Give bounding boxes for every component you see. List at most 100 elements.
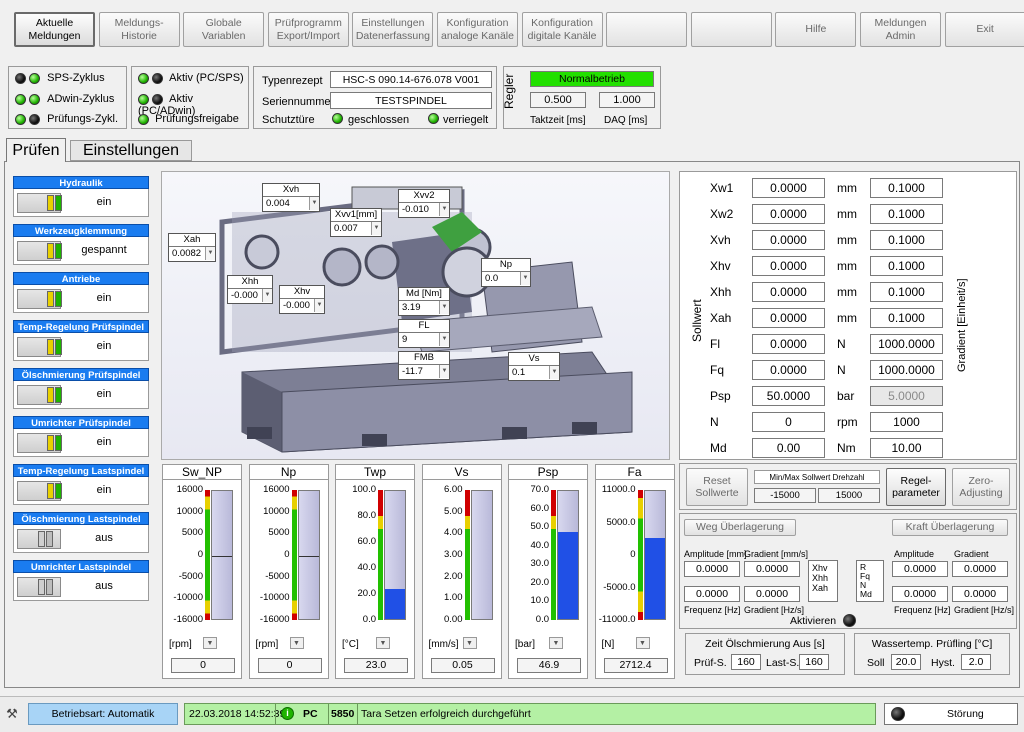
tab-einstellungen[interactable]: Einstellungen: [70, 140, 192, 161]
dropdown-arrow-icon[interactable]: ▼: [371, 222, 381, 235]
kraft-frequenz-field[interactable]: 0.0000: [892, 586, 948, 602]
stoerung-indicator[interactable]: Störung: [884, 703, 1018, 725]
weg-axis-list[interactable]: Xhv Xhh Xah: [808, 560, 838, 602]
dropdown-arrow-icon[interactable]: ▼: [520, 272, 530, 285]
max-drehzahl-field[interactable]: 15000: [818, 488, 880, 503]
dropdown-arrow-icon[interactable]: ▼: [439, 203, 449, 216]
axis-item[interactable]: Xhh: [812, 573, 834, 583]
weg-freq-gradient-field[interactable]: 0.0000: [744, 586, 800, 602]
pruefprogramm-export-button[interactable]: Prüfprogramm Export/Import: [267, 12, 349, 47]
dropdown-arrow-icon[interactable]: ▼: [549, 366, 559, 379]
last-s-field[interactable]: 160: [799, 654, 829, 670]
toggle-switch[interactable]: [17, 337, 62, 357]
message-bar[interactable]: 22.03.2018 14:52:39 i PC 5850 Tara Setze…: [184, 703, 876, 725]
soll-field[interactable]: 20.0: [891, 654, 921, 670]
unit-dropdown-icon[interactable]: ▼: [462, 637, 477, 649]
meldungen-admin-button[interactable]: Meldungen Admin: [860, 12, 941, 47]
dropdown-arrow-icon[interactable]: ▼: [314, 299, 324, 312]
sollwert-input-fq[interactable]: 0.0000: [752, 360, 825, 380]
kraft-amplitude-field[interactable]: 0.0000: [892, 561, 948, 577]
seriennummer-field[interactable]: TESTSPINDEL: [330, 92, 492, 109]
sollwert-input-md[interactable]: 0.00: [752, 438, 825, 458]
gradient-input-xhh[interactable]: 0.1000: [870, 282, 943, 302]
toggle-switch[interactable]: [17, 529, 61, 549]
callout-value[interactable]: -11.7 ▼: [399, 365, 449, 379]
toggle-switch[interactable]: [17, 481, 62, 501]
weg-ueberlagerung-button[interactable]: Weg Überlagerung: [684, 519, 796, 536]
typenrezept-field[interactable]: HSC-S 090.14-676.078 V001: [330, 71, 492, 88]
dropdown-arrow-icon[interactable]: ▼: [439, 333, 449, 346]
sollwert-input-fl[interactable]: 0.0000: [752, 334, 825, 354]
zero-adjusting-button[interactable]: Zero- Adjusting: [952, 468, 1010, 506]
meldungs-historie-button[interactable]: Meldungs- Historie: [98, 12, 180, 47]
weg-amplitude-field[interactable]: 0.0000: [684, 561, 740, 577]
gradient-input-xw2[interactable]: 0.1000: [870, 204, 943, 224]
aktivieren-button[interactable]: [843, 614, 856, 627]
callout-value[interactable]: 9 ▼: [399, 333, 449, 347]
toggle-switch[interactable]: [17, 289, 62, 309]
daq-field[interactable]: 1.000: [599, 92, 655, 108]
empty-nav-button-1[interactable]: [606, 12, 688, 47]
callout-value[interactable]: 0.1 ▼: [509, 366, 559, 380]
sollwert-input-xvh[interactable]: 0.0000: [752, 230, 825, 250]
gradient-input-xvh[interactable]: 0.1000: [870, 230, 943, 250]
toggle-switch[interactable]: [17, 577, 61, 597]
konfiguration-digitale-button[interactable]: Konfiguration digitale Kanäle: [521, 12, 603, 47]
sollwert-input-xw2[interactable]: 0.0000: [752, 204, 825, 224]
toggle-switch[interactable]: [17, 433, 62, 453]
sollwert-input-n[interactable]: 0: [752, 412, 825, 432]
sollwert-input-xhh[interactable]: 0.0000: [752, 282, 825, 302]
weg-gradient-field[interactable]: 0.0000: [744, 561, 800, 577]
toggle-switch[interactable]: [17, 385, 62, 405]
callout-value[interactable]: 0.007 ▼: [331, 222, 381, 236]
gradient-input-md[interactable]: 10.00: [870, 438, 943, 458]
unit-dropdown-icon[interactable]: ▼: [549, 637, 563, 649]
kraft-ueberlagerung-button[interactable]: Kraft Überlagerung: [892, 519, 1008, 536]
pruef-s-field[interactable]: 160: [731, 654, 761, 670]
toggle-switch[interactable]: [17, 241, 62, 261]
hilfe-button[interactable]: Hilfe: [775, 12, 857, 47]
callout-value[interactable]: 0.004 ▼: [263, 197, 319, 211]
sollwert-input-xhv[interactable]: 0.0000: [752, 256, 825, 276]
callout-value[interactable]: 3.19 ▼: [399, 301, 449, 315]
reset-sollwerte-button[interactable]: Reset Sollwerte: [686, 468, 748, 506]
axis-item[interactable]: Md: [860, 590, 880, 599]
axis-item[interactable]: Xhv: [812, 563, 834, 573]
sollwert-input-xw1[interactable]: 0.0000: [752, 178, 825, 198]
gradient-input-fq[interactable]: 1000.0000: [870, 360, 943, 380]
callout-value[interactable]: 0.0082 ▼: [169, 247, 215, 261]
exit-button[interactable]: Exit: [944, 12, 1024, 47]
gradient-input-fl[interactable]: 1000.0000: [870, 334, 943, 354]
unit-dropdown-icon[interactable]: ▼: [635, 637, 650, 649]
toggle-switch[interactable]: [17, 193, 62, 213]
callout-value[interactable]: -0.000 ▼: [228, 289, 272, 303]
dropdown-arrow-icon[interactable]: ▼: [439, 301, 449, 314]
gradient-input-xhv[interactable]: 0.1000: [870, 256, 943, 276]
weg-frequenz-field[interactable]: 0.0000: [684, 586, 740, 602]
taktzeit-field[interactable]: 0.500: [530, 92, 586, 108]
callout-value[interactable]: 0.0 ▼: [482, 272, 530, 286]
dropdown-arrow-icon[interactable]: ▼: [309, 197, 319, 210]
regelparameter-button[interactable]: Regel- parameter: [886, 468, 946, 506]
dropdown-arrow-icon[interactable]: ▼: [439, 365, 449, 378]
axis-item[interactable]: Xah: [812, 583, 834, 593]
dropdown-arrow-icon[interactable]: ▼: [262, 289, 272, 302]
aktuelle-meldungen-button[interactable]: Aktuelle Meldungen: [14, 12, 95, 47]
kraft-gradient-field[interactable]: 0.0000: [952, 561, 1008, 577]
gradient-input-psp[interactable]: 5.0000: [870, 386, 943, 406]
unit-dropdown-icon[interactable]: ▼: [376, 637, 390, 649]
globale-variablen-button[interactable]: Globale Variablen: [183, 12, 265, 47]
unit-dropdown-icon[interactable]: ▼: [289, 637, 304, 649]
kraft-axis-list[interactable]: R Fq N Md: [856, 560, 884, 602]
konfiguration-analoge-button[interactable]: Konfiguration analoge Kanäle: [437, 12, 518, 47]
hyst-field[interactable]: 2.0: [961, 654, 991, 670]
gradient-input-xw1[interactable]: 0.1000: [870, 178, 943, 198]
unit-dropdown-icon[interactable]: ▼: [203, 637, 217, 649]
min-drehzahl-field[interactable]: -15000: [754, 488, 816, 503]
callout-value[interactable]: -0.000 ▼: [280, 299, 324, 313]
tab-pruefen[interactable]: Prüfen: [6, 138, 66, 162]
sollwert-input-psp[interactable]: 50.0000: [752, 386, 825, 406]
gradient-input-xah[interactable]: 0.1000: [870, 308, 943, 328]
sollwert-input-xah[interactable]: 0.0000: [752, 308, 825, 328]
kraft-freq-gradient-field[interactable]: 0.0000: [952, 586, 1008, 602]
